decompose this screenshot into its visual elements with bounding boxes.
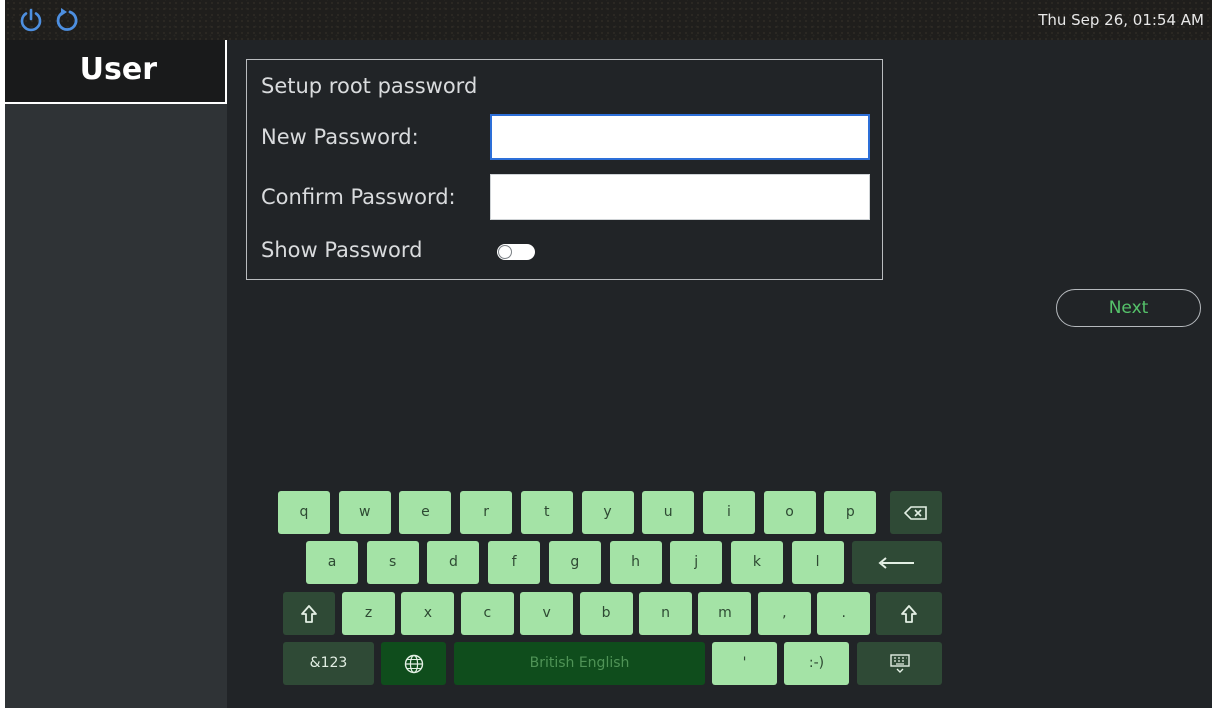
key-r[interactable]: r: [460, 491, 513, 534]
toggle-knob: [498, 245, 512, 259]
new-password-field[interactable]: [490, 114, 870, 160]
hide-keyboard-key[interactable]: [857, 642, 942, 685]
show-password-toggle[interactable]: [497, 244, 535, 260]
key-comma[interactable]: ,: [757, 592, 811, 635]
key-i[interactable]: i: [702, 491, 755, 534]
key-e[interactable]: e: [399, 491, 452, 534]
backspace-icon: [904, 505, 927, 520]
installer-screen: Thu Sep 26, 01:54 AM User Setup root pas…: [5, 0, 1212, 708]
next-button[interactable]: Next: [1056, 289, 1201, 327]
key-j[interactable]: j: [670, 541, 723, 584]
key-d[interactable]: d: [427, 541, 480, 584]
key-h[interactable]: h: [609, 541, 662, 584]
new-password-label: New Password:: [261, 125, 419, 149]
power-icon[interactable]: [17, 6, 45, 34]
symbols-key[interactable]: &123: [283, 642, 374, 685]
confirm-password-field[interactable]: [490, 174, 870, 220]
key-n[interactable]: n: [639, 592, 692, 635]
key-w[interactable]: w: [338, 491, 391, 534]
show-password-label: Show Password: [261, 238, 423, 262]
hide-keyboard-icon: [889, 653, 910, 673]
panel-title: Setup root password: [261, 74, 478, 98]
key-m[interactable]: m: [698, 592, 752, 635]
backspace-key[interactable]: [890, 491, 942, 534]
space-key[interactable]: British English: [454, 642, 705, 685]
sidebar: User: [5, 40, 227, 708]
key-x[interactable]: x: [401, 592, 455, 635]
smiley-key[interactable]: :-): [784, 642, 849, 685]
language-key[interactable]: [381, 642, 446, 685]
key-c[interactable]: c: [460, 592, 514, 635]
shift-key-right[interactable]: [876, 592, 942, 635]
key-a[interactable]: a: [306, 541, 358, 584]
key-v[interactable]: v: [520, 592, 574, 635]
key-k[interactable]: k: [730, 541, 783, 584]
shift-icon: [301, 604, 317, 623]
key-f[interactable]: f: [488, 541, 541, 584]
shift-key-left[interactable]: [283, 592, 335, 635]
shift-icon: [901, 604, 917, 623]
apostrophe-key[interactable]: ': [712, 642, 777, 685]
key-period[interactable]: .: [817, 592, 871, 635]
key-z[interactable]: z: [342, 592, 395, 635]
key-u[interactable]: u: [642, 491, 695, 534]
key-t[interactable]: t: [520, 491, 573, 534]
confirm-password-label: Confirm Password:: [261, 185, 456, 209]
key-o[interactable]: o: [763, 491, 816, 534]
globe-icon: [404, 654, 423, 673]
key-l[interactable]: l: [791, 541, 844, 584]
enter-key[interactable]: [852, 541, 942, 584]
top-bar: Thu Sep 26, 01:54 AM: [5, 0, 1212, 40]
sidebar-item-label: User: [79, 52, 157, 87]
key-b[interactable]: b: [579, 592, 633, 635]
key-s[interactable]: s: [366, 541, 419, 584]
password-panel: Setup root password New Password: Confir…: [246, 59, 883, 280]
key-p[interactable]: p: [824, 491, 877, 534]
sidebar-item-user[interactable]: User: [5, 40, 227, 104]
enter-icon: [878, 556, 914, 569]
key-y[interactable]: y: [581, 491, 634, 534]
key-g[interactable]: g: [548, 541, 601, 584]
key-q[interactable]: q: [278, 491, 330, 534]
clock: Thu Sep 26, 01:54 AM: [1038, 11, 1204, 29]
restart-icon[interactable]: [53, 6, 81, 34]
